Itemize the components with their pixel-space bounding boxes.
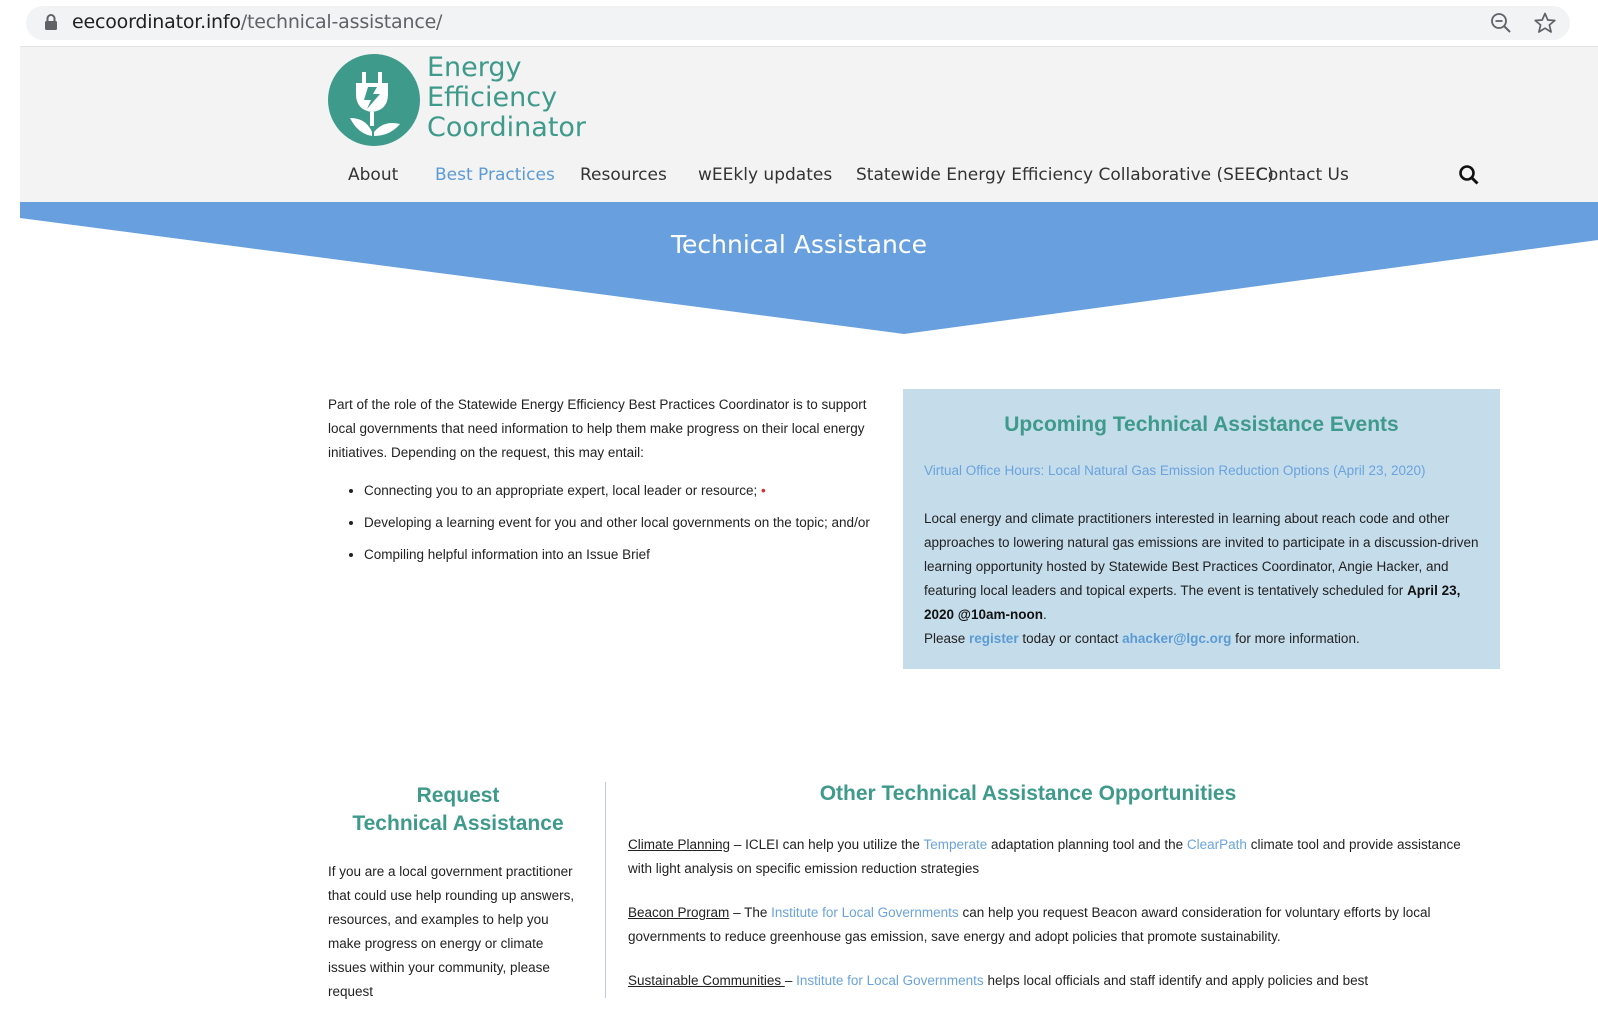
period: . (1042, 607, 1047, 622)
nav-contact-us[interactable]: Contact Us (1256, 165, 1349, 185)
star-icon[interactable] (1533, 11, 1557, 35)
beacon-text-1: – The (729, 905, 772, 920)
nav-about[interactable]: About (348, 165, 398, 185)
logo-line3: Coordinator (427, 112, 587, 143)
zoom-out-icon[interactable] (1490, 12, 1512, 34)
opportunities-list: Climate Planning – ICLEI can help you ut… (628, 833, 1483, 1013)
temperate-link[interactable]: Temperate (923, 837, 987, 852)
event-link[interactable]: Virtual Office Hours: Local Natural Gas … (924, 463, 1425, 478)
beacon-program-label: Beacon Program (628, 905, 730, 920)
climate-text-2: adaptation planning tool and the (987, 837, 1187, 852)
page-banner (20, 202, 1598, 334)
events-panel: Upcoming Technical Assistance Events Vir… (903, 389, 1500, 669)
browser-toolbar: eecoordinator.info/technical-assistance/ (0, 0, 1598, 46)
email-link[interactable]: ahacker@lgc.org (1122, 631, 1231, 646)
climate-text-1: – ICLEI can help you utilize the (730, 837, 924, 852)
search-icon[interactable] (1458, 164, 1480, 186)
request-title: Request Technical Assistance (328, 782, 588, 838)
request-body: If you are a local government practition… (328, 864, 575, 999)
other-opportunities-title: Other Technical Assistance Opportunities (819, 782, 1237, 805)
events-body-text: Local energy and climate practitioners i… (924, 511, 1479, 598)
nav-seec[interactable]: Statewide Energy Efficiency Collaborativ… (856, 165, 1274, 185)
nav-best-practices[interactable]: Best Practices (435, 165, 555, 185)
contact-text: today or contact (1022, 631, 1119, 646)
marker-dot: • (761, 483, 766, 498)
events-description: Local energy and climate practitioners i… (924, 507, 1484, 651)
logo-icon[interactable] (328, 54, 420, 146)
page-title: Technical Assistance (671, 230, 927, 259)
list-item: Connecting you to an appropriate expert,… (364, 479, 883, 503)
sustainable-communities-label: Sustainable Communities (628, 973, 785, 988)
more-info-text: for more information. (1235, 631, 1360, 646)
lock-icon[interactable] (44, 13, 58, 31)
url-path: /technical-assistance/ (240, 11, 443, 33)
request-title-line2: Technical Assistance (352, 812, 564, 835)
nav-resources[interactable]: Resources (580, 165, 667, 185)
intro-paragraph: Part of the role of the Statewide Energy… (328, 397, 867, 460)
request-title-line1: Request (416, 784, 500, 807)
opportunity-sustainable: Sustainable Communities – Institute for … (628, 969, 1483, 993)
ilg-link-sustainable[interactable]: Institute for Local Governments (796, 973, 984, 988)
logo-line2: Efficiency (427, 82, 558, 113)
logo-line1: Energy (427, 52, 522, 83)
url-text[interactable]: eecoordinator.info/technical-assistance/ (72, 11, 442, 33)
intro-list: Connecting you to an appropriate expert,… (328, 479, 883, 567)
climate-planning-label: Climate Planning (628, 837, 731, 852)
opportunity-beacon: Beacon Program – The Institute for Local… (628, 901, 1483, 949)
ilg-link-beacon[interactable]: Institute for Local Governments (771, 905, 959, 920)
sustainable-text-1: – (784, 973, 797, 988)
url-domain: eecoordinator.info (72, 11, 241, 33)
list-item: Developing a learning event for you and … (364, 511, 883, 535)
list-item: Compiling helpful information into an Is… (364, 543, 883, 567)
main-nav: About Best Practices Resources wEEkly up… (0, 165, 1598, 189)
please-text: Please (924, 631, 966, 646)
register-link[interactable]: register (969, 631, 1019, 646)
logo-text[interactable]: Energy Efficiency Coordinator (427, 53, 586, 143)
events-title: Upcoming Technical Assistance Events (1004, 413, 1399, 436)
sustainable-text-2: helps local officials and staff identify… (983, 973, 1369, 988)
clearpath-link[interactable]: ClearPath (1187, 837, 1247, 852)
nav-weekly-updates[interactable]: wEEkly updates (698, 165, 832, 185)
bullet-text-1: Connecting you to an appropriate expert,… (364, 483, 758, 498)
column-divider (605, 782, 606, 998)
intro-section: Part of the role of the Statewide Energy… (328, 393, 883, 575)
opportunity-climate: Climate Planning – ICLEI can help you ut… (628, 833, 1483, 881)
